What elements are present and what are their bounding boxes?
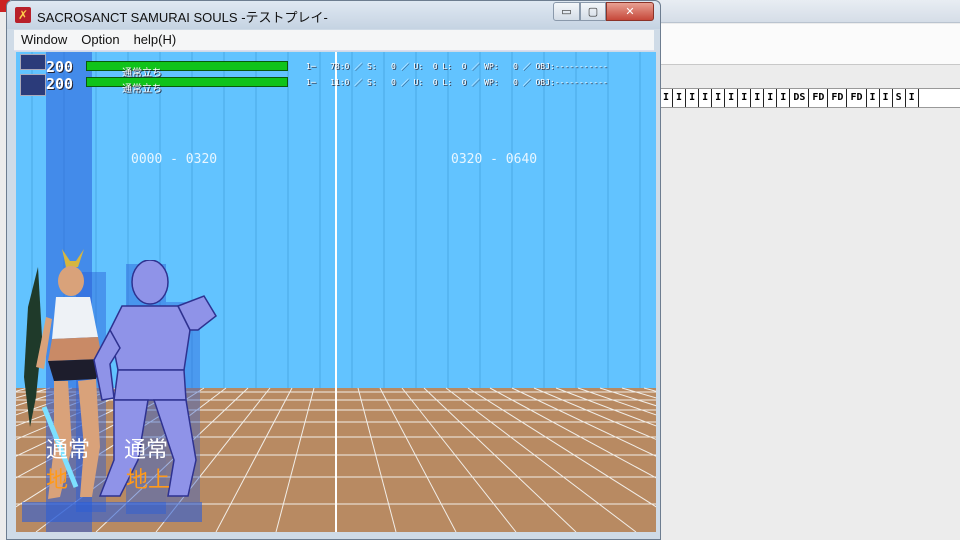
- window-titlebar[interactable]: ✗ SACROSANCT SAMURAI SOULS -テストプレイ- ▭ ▢ …: [7, 1, 660, 29]
- frame-cell: FD: [847, 89, 867, 107]
- p2-debug-readout: 1─ 11:0 ／ S: 0 ／ U: 0 L: 0 ／ WP: 0 ／ OBJ…: [306, 78, 608, 87]
- frame-cell: I: [699, 89, 713, 107]
- frame-cell: FD: [828, 89, 848, 107]
- frame-cell: I: [764, 89, 778, 107]
- window-title: SACROSANCT SAMURAI SOULS -テストプレイ-: [37, 10, 328, 25]
- frame-cell: I: [660, 89, 674, 107]
- frame-cell: S: [893, 89, 906, 107]
- minimize-button[interactable]: ▭: [553, 2, 580, 21]
- p1-portrait-icon: [20, 54, 46, 70]
- range-label-right: 0320 - 0640: [451, 152, 538, 167]
- range-label-left: 0000 - 0320: [131, 152, 218, 167]
- p1-ground-big: 地: [46, 468, 69, 493]
- background-toolbar: [660, 24, 960, 65]
- frame-cell: I: [880, 89, 893, 107]
- frame-cell: I: [725, 89, 739, 107]
- close-button[interactable]: ✕: [606, 2, 654, 21]
- menu-help[interactable]: help(H): [127, 30, 184, 50]
- frame-cell: I: [712, 89, 726, 107]
- frame-data-strip: I I I I I I I I I I DS FD FD FD I I S I: [660, 88, 960, 108]
- maximize-button[interactable]: ▢: [580, 2, 606, 21]
- p2-ground-big: 地上: [126, 468, 171, 493]
- frame-cell: I: [777, 89, 791, 107]
- game-window: ✗ SACROSANCT SAMURAI SOULS -テストプレイ- ▭ ▢ …: [6, 0, 661, 540]
- frame-cell: FD: [809, 89, 829, 107]
- p2-life-bar: [86, 77, 288, 87]
- p1-life-bar: [86, 61, 288, 71]
- frame-cell: I: [906, 89, 919, 107]
- p1-state-big: 通常: [46, 438, 91, 463]
- p1-debug-readout: 1─ 78:0 ／ S: 0 ／ U: 0 L: 0 ／ WP: 0 ／ OBJ…: [306, 62, 608, 71]
- app-icon[interactable]: ✗: [15, 7, 31, 23]
- p2-portrait-icon: [20, 74, 46, 96]
- menu-option[interactable]: Option: [74, 30, 126, 50]
- background-window-titlebar: [660, 0, 960, 23]
- frame-cell: I: [673, 89, 687, 107]
- menu-bar: Window Option help(H): [14, 30, 654, 51]
- p1-state-label: 通常立ち: [122, 68, 162, 79]
- frame-cell: I: [738, 89, 752, 107]
- menu-window[interactable]: Window: [14, 30, 74, 50]
- game-viewport[interactable]: 200 200 通常立ち 通常立ち 1─ 78:0 ／ S: 0 ／ U: 0 …: [16, 52, 656, 532]
- p1-life-value: 200: [46, 58, 74, 76]
- p2-state-big: 通常: [124, 438, 169, 463]
- frame-cell: I: [867, 89, 880, 107]
- frame-cell: I: [751, 89, 765, 107]
- p2-state-label: 通常立ち: [122, 84, 162, 95]
- frame-cell: I: [686, 89, 700, 107]
- frame-cell: DS: [790, 89, 810, 107]
- p2-life-value: 200: [46, 75, 74, 93]
